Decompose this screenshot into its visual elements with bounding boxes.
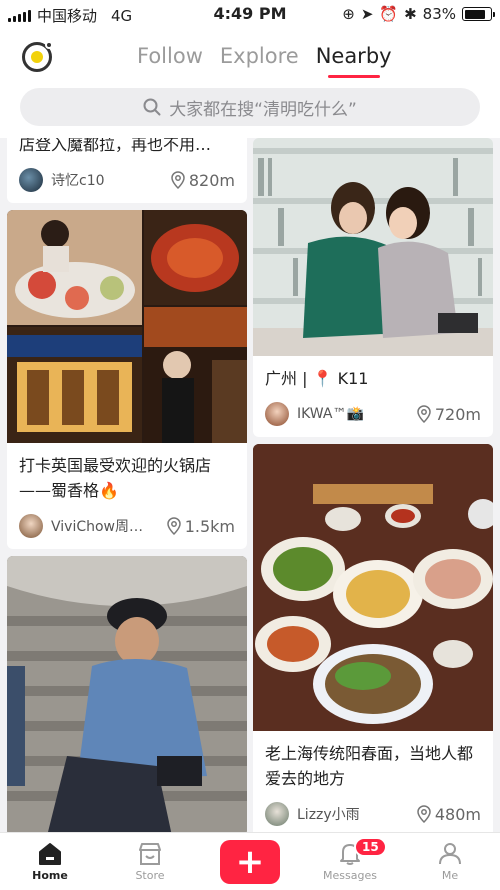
battery-icon	[462, 7, 495, 21]
feed-column-right: 广州 | 📍 K11 IKWA™📸 720m 老上海传统阳春面，当地人都爱去的地…	[253, 138, 493, 832]
note-title: 老上海传统阳春面，当地人都爱去的地方	[265, 744, 474, 788]
location-pin-icon	[171, 171, 185, 189]
note-distance: 720m	[417, 405, 481, 424]
nav-me[interactable]: Me	[400, 833, 500, 890]
status-right: ⊕ ➤ ⏰ ✱ 83%	[342, 5, 495, 23]
note-author[interactable]: Lizzy小雨	[265, 802, 360, 826]
alarm-icon: ⏰	[379, 5, 399, 23]
note-author[interactable]: ViviChow周…	[19, 514, 143, 538]
author-name: 诗忆c10	[51, 173, 105, 189]
search-icon	[143, 98, 161, 116]
author-name: Lizzy小雨	[297, 807, 360, 823]
lock-rotation-icon: ⊕	[342, 5, 355, 23]
tab-explore[interactable]: Explore	[220, 44, 299, 68]
note-title: 打卡英国最受欢迎的火锅店——蜀香格🔥	[19, 456, 212, 500]
status-bar: 中国移动 4G 4:49 PM ⊕ ➤ ⏰ ✱ 83%	[0, 0, 500, 28]
man-sitting-on-stone-steps	[7, 556, 247, 832]
nav-messages[interactable]: Messages 15	[300, 833, 400, 890]
search-bar[interactable]: 大家都在搜“清明吃什么”	[20, 88, 480, 126]
nav-post[interactable]: +	[200, 833, 300, 890]
battery-percent: 83%	[422, 5, 456, 23]
note-distance: 1.5km	[166, 516, 235, 536]
noodle-meal-set-on-table	[253, 444, 493, 731]
nav-home[interactable]: Home	[0, 833, 100, 890]
person-icon	[439, 842, 461, 864]
note-card[interactable]: 店登入魔都拉，再也不用… 诗忆c10 820m	[7, 138, 247, 203]
hotpot-restaurant-collage	[7, 210, 247, 443]
feed-tabs: Follow Explore Nearby	[137, 44, 392, 78]
author-name: IKWA™📸	[297, 406, 364, 422]
avatar	[19, 168, 43, 192]
avatar	[265, 802, 289, 826]
note-distance: 820m	[171, 171, 235, 190]
feed-column-left: 店登入魔都拉，再也不用… 诗忆c10 820m 打卡英国最受欢迎的火锅店——蜀香…	[7, 138, 247, 832]
nav-label: Messages	[323, 868, 377, 882]
note-title: 广州 | 📍 K11	[265, 369, 369, 388]
camera-icon[interactable]	[22, 41, 53, 72]
note-meta: Lizzy小雨 480m	[253, 797, 493, 832]
author-name: ViviChow周…	[51, 519, 143, 535]
note-cover-image	[7, 210, 247, 443]
home-icon	[39, 842, 61, 865]
note-cover-image	[253, 138, 493, 356]
nav-label: Store	[135, 868, 165, 882]
distance-value: 480m	[434, 804, 481, 824]
tab-nearby[interactable]: Nearby	[316, 44, 392, 78]
note-meta: ViviChow周… 1.5km	[7, 509, 247, 549]
tab-follow[interactable]: Follow	[137, 44, 203, 68]
store-icon	[139, 842, 161, 865]
nav-label: Me	[441, 868, 459, 882]
two-women-sitting-on-floor	[253, 138, 493, 356]
note-cover-image	[7, 556, 247, 832]
distance-value: 720m	[434, 404, 481, 424]
plus-icon[interactable]: +	[220, 839, 280, 884]
note-title: 店登入魔都拉，再也不用…	[19, 138, 212, 154]
bluetooth-icon: ✱	[404, 5, 417, 23]
bottom-navigation: Home Store + Messages 15 Me	[0, 832, 500, 890]
location-pin-icon	[417, 805, 431, 823]
nav-label: Home	[32, 868, 68, 882]
location-pin-icon	[417, 405, 431, 423]
note-distance: 480m	[417, 805, 481, 824]
note-meta: 诗忆c10 820m	[7, 163, 247, 203]
note-meta: IKWA™📸 720m	[253, 397, 493, 437]
avatar	[19, 514, 43, 538]
nav-store[interactable]: Store	[100, 833, 200, 890]
distance-value: 820m	[188, 170, 235, 190]
distance-value: 1.5km	[184, 516, 235, 536]
note-card[interactable]	[7, 556, 247, 832]
note-author[interactable]: IKWA™📸	[265, 402, 364, 426]
top-header: Follow Explore Nearby 大家都在搜“清明吃什么”	[0, 28, 500, 138]
avatar	[265, 402, 289, 426]
note-card[interactable]: 打卡英国最受欢迎的火锅店——蜀香格🔥 ViviChow周… 1.5km	[7, 210, 247, 549]
nearby-feed[interactable]: 店登入魔都拉，再也不用… 诗忆c10 820m 打卡英国最受欢迎的火锅店——蜀香…	[0, 138, 500, 832]
unread-badge: 15	[354, 837, 387, 857]
location-pin-icon	[166, 517, 181, 535]
note-card[interactable]: 老上海传统阳春面，当地人都爱去的地方 Lizzy小雨 480m	[253, 444, 493, 832]
location-arrow-icon: ➤	[360, 5, 374, 23]
search-placeholder: 大家都在搜“清明吃什么”	[169, 99, 357, 120]
note-author[interactable]: 诗忆c10	[19, 168, 105, 192]
note-cover-image	[253, 444, 493, 731]
note-card[interactable]: 广州 | 📍 K11 IKWA™📸 720m	[253, 138, 493, 437]
